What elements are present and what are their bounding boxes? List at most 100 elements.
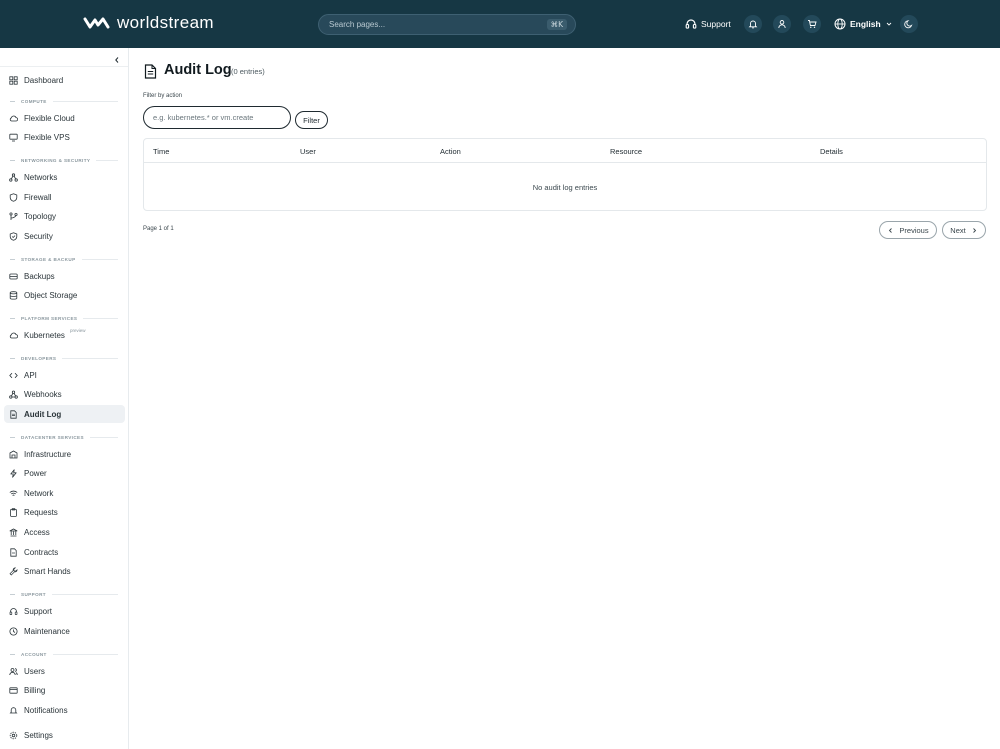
sidebar-item-label: Dashboard [24,75,64,85]
sidebar-item-label: Backups [24,271,55,281]
network-nodes-icon [9,172,18,182]
sidebar-item-label: Firewall [24,192,52,202]
sidebar-item-contracts[interactable]: Contracts [4,543,125,561]
sidebar-item-kubernetes[interactable]: Kubernetes [4,326,125,344]
sidebar-item-notifications[interactable]: Notifications [4,701,125,719]
sidebar-divider [0,66,128,67]
sidebar-item-label: Networks [24,172,58,182]
language-selector[interactable]: English [834,14,893,34]
sidebar-item-label: Network [24,488,54,498]
sidebar-item-smart-hands[interactable]: Smart Hands [4,562,125,580]
sidebar-item-infrastructure[interactable]: Infrastructure [4,445,125,463]
wrench-icon [9,567,18,576]
document-icon [144,64,157,84]
sidebar-item-settings[interactable]: Settings [4,726,125,744]
section-support: SUPPORT [10,590,118,598]
shield-check-icon [9,231,18,241]
bell-icon [748,20,758,29]
credit-card-icon [9,686,18,695]
sidebar-item-backups[interactable]: Backups [4,267,125,285]
search-shortcut: ⌘K [546,19,567,30]
lightning-icon [9,468,18,478]
sidebar-item-flexible-cloud[interactable]: Flexible Cloud [4,109,125,127]
page-title: Audit Log [164,62,232,78]
next-page-button[interactable]: Next [942,221,986,239]
support-link[interactable]: Support [685,14,731,34]
column-header-details: Details [820,147,843,156]
sidebar-item-networks[interactable]: Networks [4,168,125,186]
section-developers: DEVELOPERS [10,354,118,362]
sidebar-item-maintenance[interactable]: Maintenance [4,622,125,640]
monitor-icon [9,133,18,142]
chevron-left-icon [889,227,893,233]
sidebar-item-label: Security [24,231,53,241]
cloud-icon [9,114,18,123]
sidebar-item-label: Audit Log [24,409,62,419]
sidebar-item-label: API [24,370,37,380]
sidebar-item-label: Flexible Cloud [24,113,75,123]
cart-button[interactable] [803,15,821,33]
sidebar-item-network[interactable]: Network [4,484,125,502]
sidebar-item-label: Power [24,468,47,478]
sidebar-item-power[interactable]: Power [4,464,125,482]
building-icon [9,450,18,459]
shield-icon [9,192,18,202]
theme-toggle-button[interactable] [900,15,918,33]
chevron-right-icon [972,227,976,233]
section-networking-security: NETWORKING & SECURITY [10,156,118,164]
section-datacenter-services: DATACENTER SERVICES [10,433,118,441]
audit-log-table: Time User Action Resource Details No aud… [143,138,987,211]
search-placeholder: Search pages... [329,20,386,29]
clock-icon [9,627,18,636]
database-icon [9,290,18,300]
profile-button[interactable] [773,15,791,33]
empty-state-message: No audit log entries [532,183,598,192]
entries-count: (0 entries) [231,67,265,76]
bank-icon [9,528,18,537]
cart-icon [808,20,817,28]
collapse-sidebar-button[interactable] [112,52,122,63]
sidebar-item-flexible-vps[interactable]: Flexible VPS [4,128,125,146]
sidebar-item-dashboard[interactable]: Dashboard [4,71,125,89]
moon-icon [904,20,913,29]
search-bar[interactable]: Search pages... ⌘K [318,14,576,35]
worldstream-logo[interactable]: worldstream [83,13,214,33]
sidebar-item-topology[interactable]: Topology [4,207,125,225]
sidebar-item-support[interactable]: Support [4,602,125,620]
filter-label: Filter by action [143,93,183,99]
sidebar-item-label: Smart Hands [24,566,71,576]
user-icon [778,20,786,29]
sidebar-item-label: Flexible VPS [24,132,70,142]
sidebar-item-label: Settings [24,730,53,740]
sidebar-item-billing[interactable]: Billing [4,681,125,699]
logo-text: worldstream [117,13,214,32]
sidebar-item-label: Requests [24,507,58,517]
previous-page-button[interactable]: Previous [879,221,937,239]
previous-label: Previous [899,225,929,235]
column-header-time: Time [153,147,170,156]
sidebar-item-label: Access [24,527,50,537]
notifications-button[interactable] [744,15,762,33]
webhook-icon [9,390,18,399]
sidebar-item-security[interactable]: Security [4,227,125,245]
preview-badge: preview [70,328,86,333]
sidebar-item-firewall[interactable]: Firewall [4,188,125,206]
sidebar-item-label: Notifications [24,705,68,715]
sidebar-item-webhooks[interactable]: Webhooks [4,385,125,403]
sidebar-item-audit-log[interactable]: Audit Log [4,405,125,423]
sidebar-item-label: Topology [24,211,57,221]
document-icon [9,409,18,419]
sidebar-item-label: Object Storage [24,290,78,300]
sidebar-item-users[interactable]: Users [4,662,125,680]
topology-icon [9,211,18,221]
section-account: ACCOUNT [10,650,118,658]
globe-icon [834,18,846,30]
filter-button[interactable]: Filter [295,111,328,129]
filter-input[interactable] [143,106,291,129]
page-info: Page 1 of 1 [143,226,174,232]
sidebar-item-access[interactable]: Access [4,523,125,541]
sidebar-item-object-storage[interactable]: Object Storage [4,286,125,304]
sidebar-item-requests[interactable]: Requests [4,503,125,521]
sidebar-item-label: Infrastructure [24,449,72,459]
sidebar-item-api[interactable]: API [4,366,125,384]
